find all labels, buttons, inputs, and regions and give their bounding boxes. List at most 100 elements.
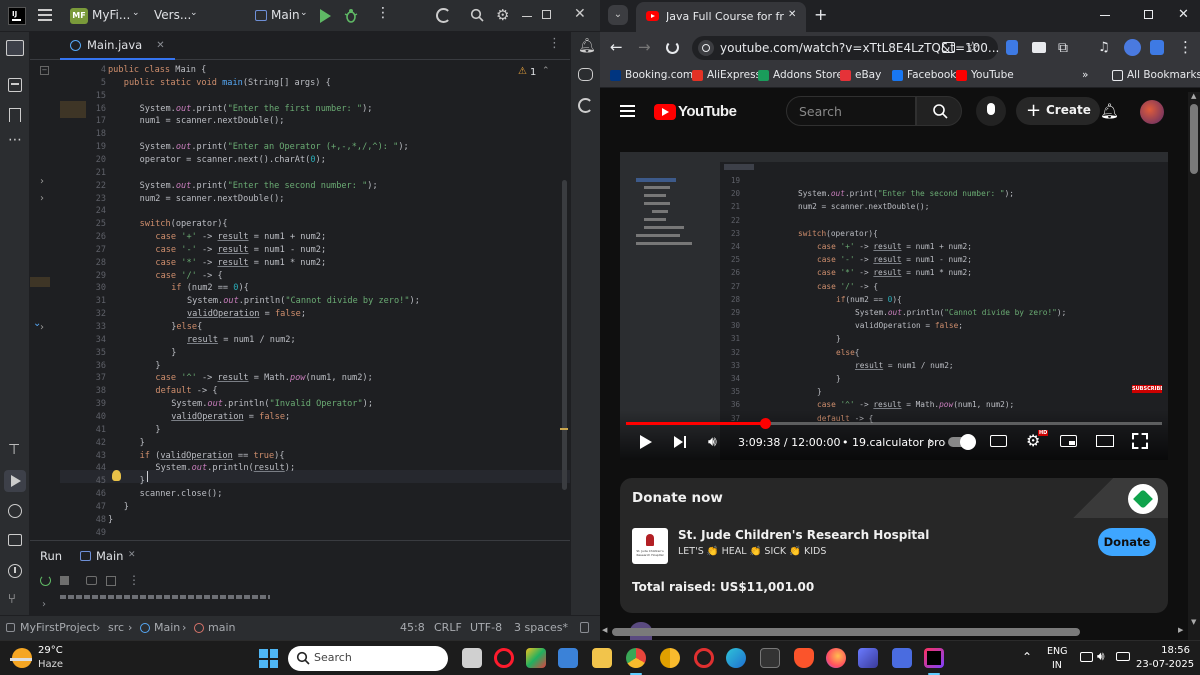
bookmark-item[interactable]: Booking.com xyxy=(610,69,693,81)
breadcrumb-project[interactable]: MyFirstProject xyxy=(20,621,97,634)
vertical-scroll-thumb[interactable] xyxy=(1190,104,1198,174)
more-tools-icon[interactable]: ⋯ xyxy=(8,132,22,148)
app-icon[interactable] xyxy=(858,648,878,668)
code-line[interactable]: case '^' -> result = Math.pow(num1, num2… xyxy=(155,373,372,383)
ai-assistant-icon[interactable] xyxy=(436,8,451,23)
brave-icon[interactable] xyxy=(794,648,814,668)
store-icon[interactable] xyxy=(558,648,578,668)
bookmark-item[interactable]: YouTube xyxy=(956,69,1014,81)
file-explorer-icon[interactable] xyxy=(592,648,612,668)
bookmark-item[interactable]: Facebook xyxy=(892,69,956,81)
breadcrumb-main-class[interactable]: Main xyxy=(154,621,180,634)
opera-icon[interactable] xyxy=(494,648,514,668)
coverage-icon[interactable] xyxy=(578,98,593,113)
intellij-logo-icon[interactable]: IJ xyxy=(8,7,26,25)
horizontal-scrollbar[interactable] xyxy=(612,628,1080,636)
browser-menu-icon[interactable]: ⋮ xyxy=(1178,38,1193,56)
ai-chat-icon[interactable] xyxy=(578,68,593,81)
guide-menu-icon[interactable] xyxy=(620,105,635,117)
run-tool-icon[interactable] xyxy=(4,470,26,492)
close-run-tab-icon[interactable]: ✕ xyxy=(128,550,136,560)
code-line[interactable]: } xyxy=(140,438,145,448)
scroll-right-icon[interactable]: ▶ xyxy=(1178,626,1183,634)
code-line[interactable]: public static void main(String[] args) { xyxy=(124,78,331,88)
bookmarks-overflow-icon[interactable]: » xyxy=(1082,69,1088,81)
browser-maximize-icon[interactable] xyxy=(1144,10,1153,19)
code-line[interactable]: }else{ xyxy=(171,322,202,332)
tab-search-button[interactable]: ⌄ xyxy=(608,5,628,25)
weather-desc[interactable]: Haze xyxy=(38,659,63,670)
browser-minimize-icon[interactable] xyxy=(1100,15,1110,16)
code-editor[interactable]: public class Main {public static void ma… xyxy=(108,60,563,540)
clock-date[interactable]: 23-07-2025 xyxy=(1136,659,1194,670)
scroll-left-icon[interactable]: ◀ xyxy=(602,626,607,634)
scroll-down-icon[interactable]: ▼ xyxy=(1191,618,1196,626)
vcs-dropdown-icon[interactable]: ⌄ xyxy=(190,8,198,18)
code-line[interactable]: } xyxy=(140,476,145,486)
chrome-taskbar-icon[interactable] xyxy=(626,648,646,668)
run-config-dropdown-icon[interactable]: ⌄ xyxy=(300,8,308,18)
code-line[interactable]: System.out.print("Enter the first number… xyxy=(140,104,373,114)
code-line[interactable]: case '-' -> result = num1 - num2; xyxy=(155,245,326,255)
code-line[interactable]: case '/' -> { xyxy=(155,271,222,281)
weather-temp[interactable]: 29°C xyxy=(38,645,63,656)
clock-time[interactable]: 18:56 xyxy=(1150,645,1190,656)
media-controls-icon[interactable]: ♫ xyxy=(1098,40,1110,55)
screenshot-icon[interactable] xyxy=(86,576,97,585)
vertical-scrollbar[interactable]: ▲ ▼ xyxy=(1188,92,1200,640)
exit-icon[interactable] xyxy=(106,576,116,586)
charity-logo[interactable]: St. Jude Children's Research Hospital xyxy=(632,528,668,564)
all-bookmarks[interactable]: All Bookmarks xyxy=(1112,69,1200,81)
subtitles-icon[interactable] xyxy=(990,435,1007,447)
taskbar-search[interactable]: Search xyxy=(288,646,448,671)
code-line[interactable]: System.out.print("Enter the second numbe… xyxy=(140,181,378,191)
more-run-options-icon[interactable]: ⋮ xyxy=(128,573,140,587)
autoplay-toggle[interactable] xyxy=(948,434,976,450)
play-icon[interactable] xyxy=(640,435,652,449)
minimize-window-icon[interactable] xyxy=(522,16,532,17)
opera-gx-icon[interactable] xyxy=(694,648,714,668)
bookmark-item[interactable]: eBay xyxy=(840,69,881,81)
build-tool-icon[interactable]: ⊤ xyxy=(8,442,20,458)
project-dropdown-icon[interactable]: ⌄ xyxy=(132,8,140,18)
code-line[interactable]: } xyxy=(171,348,176,358)
expand-output-icon[interactable]: › xyxy=(42,599,46,610)
video-player[interactable]: 19 20 System.out.print("Enter the second n… xyxy=(620,152,1168,460)
code-line[interactable]: default -> { xyxy=(155,386,217,396)
extension-blue-icon[interactable] xyxy=(1006,40,1018,55)
code-line[interactable]: } xyxy=(124,502,129,512)
editor-tab-main-java[interactable]: Main.java ✕ xyxy=(60,32,175,60)
voice-search-icon[interactable] xyxy=(976,96,1006,126)
show-hidden-icons[interactable]: ⌃ xyxy=(1022,650,1032,664)
project-name[interactable]: MyFi... xyxy=(92,8,130,22)
theater-mode-icon[interactable] xyxy=(1096,435,1114,447)
code-line[interactable]: num2 = scanner.nextDouble(); xyxy=(140,194,285,204)
code-line[interactable]: validOperation = false; xyxy=(187,309,306,319)
back-icon[interactable]: ← xyxy=(610,38,623,56)
file-encoding[interactable]: UTF-8 xyxy=(470,621,502,634)
rerun-icon[interactable] xyxy=(40,575,51,586)
code-line[interactable]: } xyxy=(108,515,113,525)
bookmark-star-icon[interactable]: ☆ xyxy=(966,38,979,56)
code-line[interactable]: switch(operator){ xyxy=(140,219,228,229)
code-line[interactable]: if (validOperation == true){ xyxy=(140,451,285,461)
language-bottom[interactable]: IN xyxy=(1052,660,1062,671)
git-tool-icon[interactable]: ⑂ xyxy=(8,592,16,607)
line-ending[interactable]: CRLF xyxy=(434,621,462,634)
run-config-selector[interactable]: Main xyxy=(271,8,300,22)
reload-icon[interactable] xyxy=(666,41,679,54)
create-button[interactable]: + Create xyxy=(1016,97,1100,125)
browser-tab-youtube[interactable]: Java Full Course for free ☕ (20 ✕ xyxy=(636,2,806,32)
subscribe-overlay[interactable]: SUBSCRIBE xyxy=(1132,385,1162,393)
bookmark-item[interactable]: Addons Store xyxy=(758,69,843,81)
maximize-window-icon[interactable] xyxy=(542,10,551,19)
settings-gear-icon[interactable]: ⚙ xyxy=(496,6,509,24)
code-line[interactable]: System.out.println("Invalid Operator"); xyxy=(171,399,373,409)
forward-icon[interactable]: → xyxy=(638,38,651,56)
donate-button[interactable]: Donate xyxy=(1098,528,1156,556)
volume-tray-icon[interactable]: 🔊︎ xyxy=(1097,649,1105,664)
start-windows-icon[interactable] xyxy=(259,649,278,668)
close-browser-tab-icon[interactable]: ✕ xyxy=(788,9,796,20)
code-line[interactable]: result = num1 / num2; xyxy=(187,335,296,345)
code-line[interactable]: validOperation = false; xyxy=(171,412,290,422)
